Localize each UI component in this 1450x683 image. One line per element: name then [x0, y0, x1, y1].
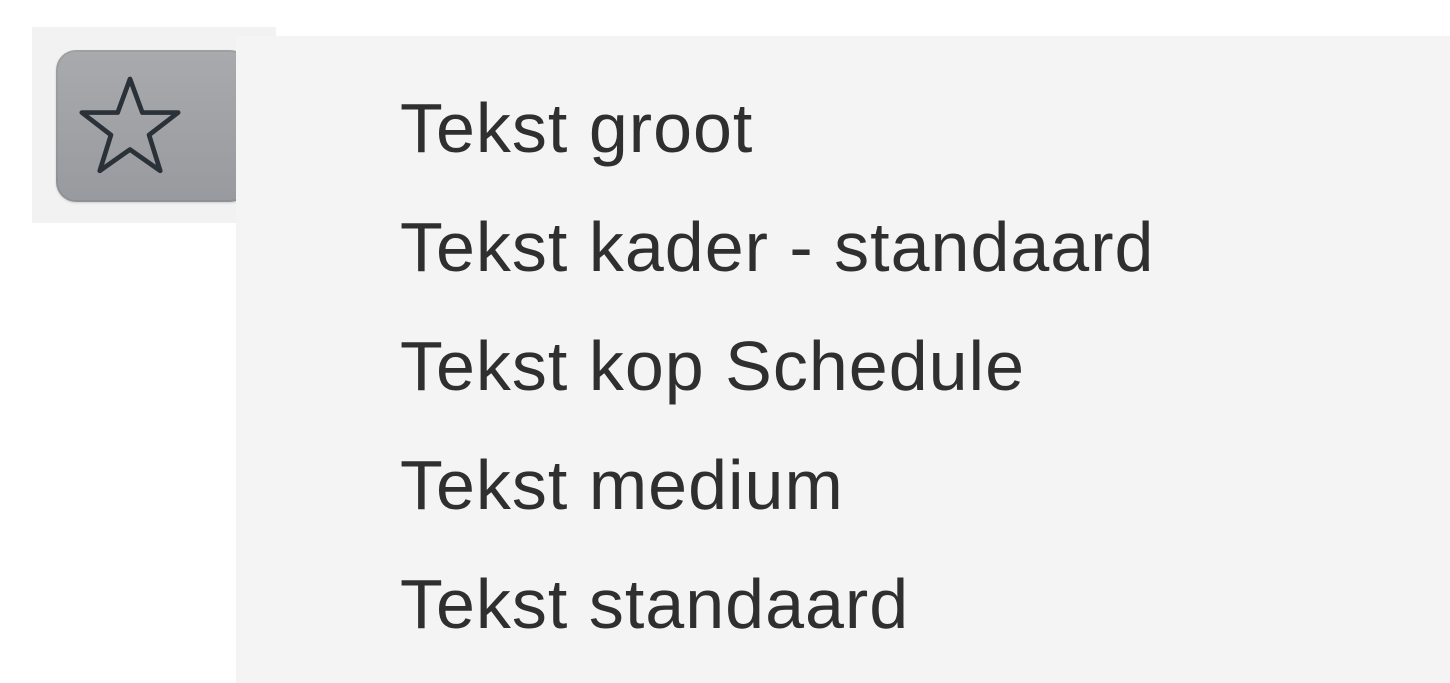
star-icon [79, 76, 181, 174]
menu-item-tekst-kop-schedule[interactable]: Tekst kop Schedule [236, 324, 1450, 443]
favorites-styles-button[interactable] [56, 50, 263, 202]
menu-item-tekst-standaard[interactable]: Tekst standaard [236, 562, 1450, 681]
styles-dropdown-menu: Tekst groot Tekst kader - standaard Teks… [236, 36, 1450, 683]
menu-item-tekst-kader-standaard[interactable]: Tekst kader - standaard [236, 205, 1450, 324]
screen: Tekst groot Tekst kader - standaard Teks… [0, 0, 1450, 683]
menu-item-tekst-medium[interactable]: Tekst medium [236, 443, 1450, 562]
menu-item-tekst-groot[interactable]: Tekst groot [236, 86, 1450, 205]
